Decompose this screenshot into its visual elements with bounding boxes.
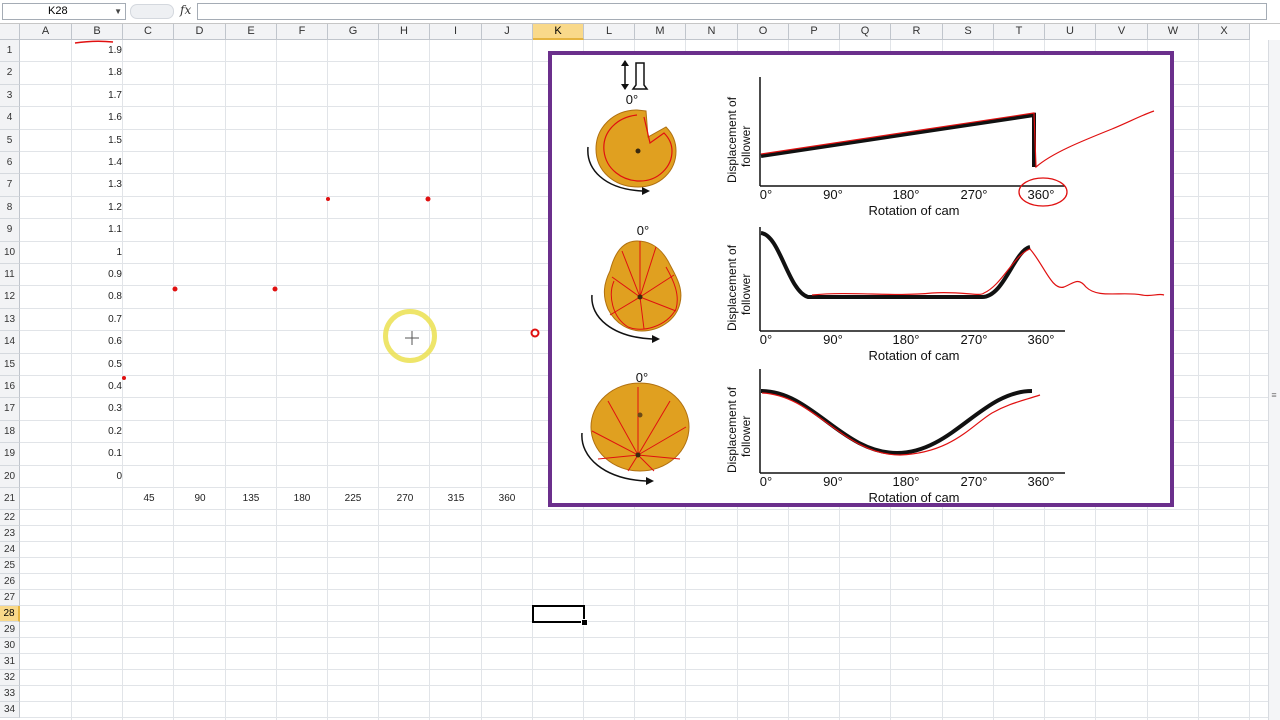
y-axis-label: Displacement of xyxy=(725,244,739,331)
snail-cam-icon xyxy=(587,109,677,195)
x-tick-label: 270° xyxy=(961,474,988,489)
x-tick-label: 90° xyxy=(823,474,843,489)
x-tick-label: 180° xyxy=(893,474,920,489)
x-tick-label: 90° xyxy=(823,332,843,347)
x-tick-label: 360° xyxy=(1028,187,1055,202)
ink-dot xyxy=(530,328,540,338)
eccentric-cam-icon xyxy=(581,382,690,485)
x-tick-label: 0° xyxy=(760,332,772,347)
x-tick-label: 180° xyxy=(893,332,920,347)
pear-cam-icon xyxy=(591,240,682,343)
ink-dot xyxy=(425,196,431,202)
ink-stroke-top xyxy=(74,40,114,44)
x-tick-label: 270° xyxy=(961,187,988,202)
cam2-zero-label: 0° xyxy=(637,223,649,238)
follower-icon xyxy=(621,60,649,90)
x-axis-label: Rotation of cam xyxy=(868,348,959,363)
x-tick-label: 0° xyxy=(760,187,772,202)
x-tick-label: 180° xyxy=(893,187,920,202)
x-tick-label: 0° xyxy=(760,474,772,489)
x-tick-label: 270° xyxy=(961,332,988,347)
y-axis-label: follower xyxy=(739,126,753,167)
ink-dot xyxy=(272,286,278,292)
x-tick-label: 90° xyxy=(823,187,843,202)
x-tick-label: 360° xyxy=(1028,332,1055,347)
x-tick-label: 360° xyxy=(1028,474,1055,489)
displacement-graph-3: Displacement of follower 0° 90° 180° 270… xyxy=(725,369,1065,503)
x-axis-label: Rotation of cam xyxy=(868,203,959,218)
y-axis-label: Displacement of xyxy=(725,96,739,183)
follower-zero-label: 0° xyxy=(626,92,638,107)
y-axis-label: follower xyxy=(739,274,753,315)
displacement-graph-2: Displacement of follower 0° 90° 180° 270… xyxy=(725,227,1165,363)
ink-dot xyxy=(172,286,178,292)
y-axis-label: follower xyxy=(739,416,753,457)
x-axis-label: Rotation of cam xyxy=(868,490,959,503)
displacement-graph-1: Displacement of follower 0° 90° 180° 270… xyxy=(725,77,1155,218)
y-axis-label: Displacement of xyxy=(725,386,739,473)
ink-dot xyxy=(122,376,126,380)
ink-dot xyxy=(326,197,330,201)
cam-diagram-image[interactable]: 0° 0° 0° Displacement of follower 0° 90°… xyxy=(548,51,1174,507)
